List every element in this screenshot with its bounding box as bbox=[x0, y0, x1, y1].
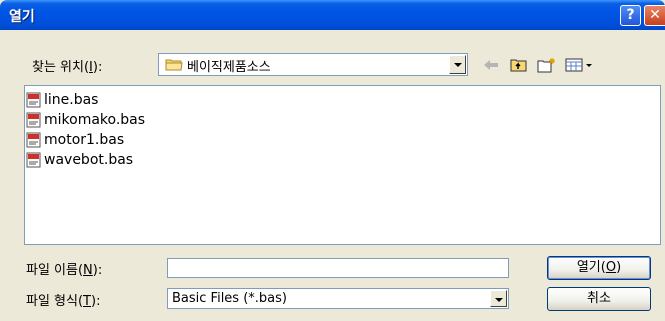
help-button[interactable]: ? bbox=[620, 5, 641, 26]
location-combobox[interactable]: 베이직제품소스 bbox=[158, 53, 468, 76]
filename-label: 파일 이름(N): bbox=[26, 263, 103, 278]
question-mark-icon: ? bbox=[626, 7, 635, 23]
location-value: 베이직제품소스 bbox=[187, 60, 271, 75]
file-name: line.bas bbox=[44, 92, 99, 108]
location-label: 찾는 위치(I): bbox=[32, 60, 103, 75]
bas-file-icon bbox=[26, 112, 41, 128]
bas-file-icon bbox=[26, 132, 41, 148]
filetype-label: 파일 형식(T): bbox=[26, 294, 101, 309]
back-arrow-icon[interactable] bbox=[482, 57, 500, 73]
filetype-select[interactable]: Basic Files (*.bas) bbox=[167, 288, 509, 309]
filetype-value: Basic Files (*.bas) bbox=[172, 291, 287, 306]
bas-file-icon bbox=[26, 92, 41, 108]
bas-file-icon bbox=[26, 152, 41, 168]
chevron-down-icon[interactable] bbox=[490, 290, 507, 307]
cancel-button[interactable]: 취소 bbox=[547, 287, 651, 311]
open-button[interactable]: 열기(O) bbox=[547, 256, 651, 280]
close-icon: ✕ bbox=[649, 7, 661, 23]
file-list[interactable]: line.bas mikomako.bas motor1.bas wavebot… bbox=[24, 85, 661, 245]
folder-icon bbox=[165, 59, 183, 71]
file-name: wavebot.bas bbox=[44, 152, 134, 168]
chevron-down-icon[interactable] bbox=[449, 55, 466, 74]
filename-input[interactable] bbox=[167, 258, 509, 278]
up-folder-icon[interactable] bbox=[510, 57, 528, 73]
open-dialog: 열기 ? ✕ 찾는 위치(I): 베이직제품소스 line.bas mikoma… bbox=[0, 0, 665, 321]
close-button[interactable]: ✕ bbox=[644, 5, 665, 26]
view-menu-icon[interactable] bbox=[565, 57, 595, 73]
new-folder-icon[interactable] bbox=[537, 57, 557, 73]
file-name: motor1.bas bbox=[44, 132, 125, 148]
window-title: 열기 bbox=[9, 9, 35, 25]
title-bar[interactable]: 열기 ? ✕ bbox=[0, 0, 665, 30]
file-name: mikomako.bas bbox=[44, 112, 146, 128]
